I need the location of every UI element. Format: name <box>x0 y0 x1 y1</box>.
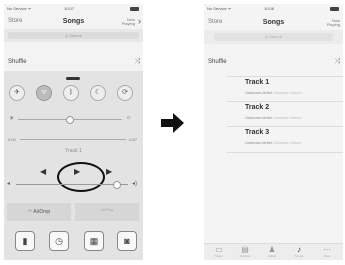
more-icon: ⋯ <box>323 245 331 254</box>
toggle-row: ✈ ᯤ ᛒ ☾ ⟳ <box>7 85 140 101</box>
airdrop-button[interactable]: ◠ AirDrop <box>7 203 71 221</box>
nav-bar: Store Songs Now Playing › <box>4 15 143 29</box>
chevron-right-icon[interactable]: › <box>138 17 141 26</box>
right-phone-screen: No Service ᯤ 10:06 Store Songs Now Playi… <box>204 4 343 260</box>
carrier-label: No Service ᯤ <box>207 6 232 11</box>
grabber-handle[interactable] <box>66 77 80 80</box>
track-artist: Unknown Artist <box>245 140 272 145</box>
calculator-icon[interactable]: ▦ <box>84 231 104 251</box>
tab-bar: ▭ Music ▤ Playlists ♟ Artists ♪ Songs ⋯ … <box>204 243 343 260</box>
volume-high-icon: ◂) <box>132 181 138 187</box>
share-row: ◠ AirDrop AirPlay <box>4 201 143 223</box>
track-title: Track 1 <box>245 79 270 86</box>
volume-low-icon: ◂ <box>7 181 11 187</box>
tab-label: Music <box>215 254 223 258</box>
shuffle-label: Shuffle <box>208 59 227 65</box>
battery-icon <box>130 7 139 11</box>
track-row[interactable]: Track 2 Unknown Artist Unknown Album <box>227 101 343 127</box>
previous-track-icon[interactable]: ◀ <box>40 167 46 177</box>
camera-icon[interactable]: ◙ <box>117 231 137 251</box>
brightness-high-icon: ☼ <box>126 115 132 121</box>
tab-label: Playlists <box>239 254 251 258</box>
track-subtitle: Unknown Artist Unknown Album <box>245 115 302 120</box>
status-bar: No Service ᯤ 10:06 <box>204 4 343 15</box>
left-phone-screen: No Service ᯤ 10:07 Store Songs Now Playi… <box>4 4 143 260</box>
search-bar[interactable]: Q Search <box>204 30 343 44</box>
shuffle-row[interactable]: Shuffle ⤨ <box>4 57 143 68</box>
quick-launch-row: ▮ ◷ ▦ ◙ <box>4 228 143 256</box>
shuffle-icon: ⤨ <box>334 58 340 65</box>
playlists-icon: ▤ <box>241 245 249 254</box>
now-playing-title: Track 1 <box>65 148 82 154</box>
track-subtitle: Unknown Artist Unknown Album <box>245 140 302 145</box>
wifi-icon[interactable]: ᯤ <box>36 85 52 101</box>
rotation-lock-icon[interactable]: ⟳ <box>117 85 133 101</box>
scrubber-bar[interactable] <box>20 139 126 140</box>
tab-label: Artists <box>267 254 277 258</box>
track-title: Track 3 <box>245 129 270 136</box>
elapsed-time: 0:00 <box>8 137 16 142</box>
music-icon: ▭ <box>215 245 223 254</box>
nav-bar: Store Songs Now Playing <box>204 16 343 30</box>
play-highlight-ring <box>57 162 105 192</box>
clock: 10:06 <box>264 6 275 11</box>
search-input[interactable]: Q Search <box>8 32 139 39</box>
track-artist: Unknown Artist <box>245 90 272 95</box>
shuffle-icon: ⤨ <box>134 58 140 65</box>
airdrop-label: AirDrop <box>33 209 51 215</box>
now-playing-button[interactable]: Now Playing <box>115 18 135 26</box>
track-subtitle: Unknown Artist Unknown Album <box>245 90 302 95</box>
search-input[interactable]: Q Search <box>214 33 333 41</box>
tab-artists[interactable]: ♟ Artists <box>261 245 283 258</box>
shuffle-label: Shuffle <box>8 59 27 65</box>
carrier-label: No Service ᯤ <box>7 6 32 11</box>
tab-label: More <box>323 254 331 258</box>
track-album: Unknown Album <box>272 90 302 95</box>
do-not-disturb-icon[interactable]: ☾ <box>90 85 106 101</box>
battery-icon <box>330 7 339 11</box>
tab-songs[interactable]: ♪ Songs <box>288 245 310 258</box>
now-playing-button[interactable]: Now Playing <box>320 19 340 27</box>
bluetooth-icon[interactable]: ᛒ <box>63 85 79 101</box>
airplay-label: AirPlay <box>100 207 114 212</box>
brightness-low-icon: ☀ <box>9 116 15 122</box>
clock: 10:07 <box>64 6 75 11</box>
brightness-knob[interactable] <box>66 116 74 124</box>
volume-knob[interactable] <box>112 181 121 189</box>
next-track-icon[interactable]: ▶ <box>106 167 112 177</box>
track-row[interactable]: Track 1 Unknown Artist Unknown Album <box>227 76 343 102</box>
track-title: Track 2 <box>245 104 270 111</box>
tab-music[interactable]: ▭ Music <box>208 245 230 258</box>
songs-icon: ♪ <box>297 245 301 254</box>
volume-slider[interactable] <box>16 184 128 185</box>
status-bar: No Service ᯤ 10:07 <box>4 4 143 15</box>
airplay-button[interactable]: AirPlay <box>75 203 139 221</box>
track-row[interactable]: Track 3 Unknown Artist Unknown Album <box>227 126 343 153</box>
track-album: Unknown Album <box>272 115 302 120</box>
artists-icon: ♟ <box>268 245 276 254</box>
arrow-right-icon <box>161 113 184 133</box>
track-album: Unknown Album <box>272 140 302 145</box>
flashlight-icon[interactable]: ▮ <box>15 231 35 251</box>
shuffle-row[interactable]: Shuffle ⤨ <box>204 57 343 68</box>
track-artist: Unknown Artist <box>245 115 272 120</box>
search-bar[interactable]: Q Search <box>4 29 143 42</box>
tab-label: Songs <box>294 254 304 258</box>
tab-playlists[interactable]: ▤ Playlists <box>234 245 256 258</box>
remaining-time: -0:57 <box>128 137 138 142</box>
tab-more[interactable]: ⋯ More <box>316 245 338 258</box>
airplane-icon[interactable]: ✈ <box>9 85 25 101</box>
timer-icon[interactable]: ◷ <box>49 231 69 251</box>
